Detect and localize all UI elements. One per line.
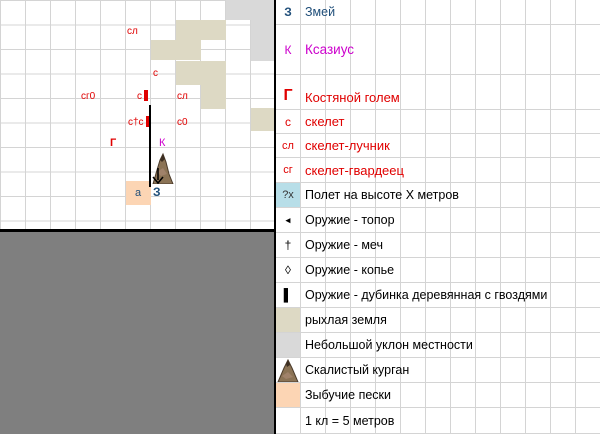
loose-earth-cell [201,85,226,109]
spear-icon: ◊ [285,263,291,277]
legend-row-bone-golem[interactable]: Г Костяной голем [276,75,600,110]
legend-symbol: сг [283,164,293,176]
battle-map-grid[interactable]: сл с сг0 с сл с†с с0 Г К а З [0,0,275,231]
legend-text: 1 кл = 5 метров [305,413,395,428]
slope-cell [251,20,275,61]
loose-earth-cell [251,108,275,131]
skeleton-archer-marker[interactable]: сл [177,91,188,103]
legend-row-loose-earth[interactable]: рыхлая земля [276,308,600,333]
skeleton-pair-marker[interactable]: с†с [128,117,144,129]
bone-golem-marker[interactable]: Г [110,137,116,149]
legend-symbol: сл [282,139,294,152]
legend-row-axe[interactable]: ◂ Оружие - топор [276,208,600,233]
club-icon: ▌ [283,288,293,302]
legend-text: Скалистый курган [305,363,410,377]
legend-symbol: с [285,114,291,129]
sword-icon: † [284,238,292,252]
zmei-marker[interactable]: З [153,186,161,198]
legend-text: Небольшой уклон местности [305,338,473,352]
legend-row-quicksand[interactable]: Зыбучие пески [276,383,600,408]
legend-row-club[interactable]: ▌ Оружие - дубинка деревянная с гвоздями [276,283,600,308]
skeleton-marker[interactable]: с [153,68,158,80]
loose-earth-cell [151,40,201,60]
legend-text: Полет на высоте Х метров [305,188,459,202]
quicksand-swatch [276,383,300,407]
skeleton-archer-marker[interactable]: сл [127,26,138,38]
legend-row-flight[interactable]: ?x Полет на высоте Х метров [276,183,600,208]
legend-row-ksazius[interactable]: К Ксазиус [276,25,600,75]
legend-row-rock-mound[interactable]: Скалистый курган [276,358,600,383]
legend-text: скелет [305,114,345,129]
legend-symbol: Г [283,87,293,104]
axe-icon: ◂ [285,214,291,225]
legend-text: скелет-лучник [305,138,390,153]
legend-text: Оружие - дубинка деревянная с гвоздями [305,288,548,302]
legend-text: Оружие - топор [305,213,395,227]
legend-symbol: К [284,42,292,57]
legend-text: рыхлая земля [305,313,387,327]
club-weapon-icon [144,90,148,101]
loose-earth-cell [176,20,226,40]
legend-text: Ксазиус [305,42,355,57]
slope-cell [226,0,275,20]
legend-panel: З Змей К Ксазиус Г Костяной голем с скел… [276,0,600,434]
legend-text: Оружие - копье [305,263,395,277]
legend-row-skeleton-archer[interactable]: сл скелет-лучник [276,134,600,158]
skeleton-marker[interactable]: с0 [177,117,188,129]
legend-symbol: З [284,5,292,19]
empty-gray-area [0,232,275,434]
legend-text: Оружие - меч [305,238,383,252]
slope-swatch [276,333,300,357]
legend-row-sword[interactable]: † Оружие - меч [276,233,600,258]
rock-mound-icon [276,358,300,382]
legend-row-scale[interactable]: 1 кл = 5 метров [276,408,600,434]
legend-row-spear[interactable]: ◊ Оружие - копье [276,258,600,283]
legend-row-zmei[interactable]: З Змей [276,0,600,25]
ally-a-marker[interactable]: а [135,187,141,199]
loose-earth-swatch [276,308,300,332]
legend-text: Костяной голем [305,90,400,105]
legend-row-slope[interactable]: Небольшой уклон местности [276,333,600,358]
loose-earth-cell [176,61,226,85]
legend-text: Змей [305,5,336,19]
legend-row-skeleton[interactable]: с скелет [276,110,600,134]
legend-text: скелет-гвардеец [305,162,404,178]
flight-symbol: ?x [276,183,300,207]
skeleton-marker[interactable]: с [137,91,142,103]
legend-text: Зыбучие пески [305,388,392,402]
legend-row-skeleton-guard[interactable]: сг скелет-гвардеец [276,158,600,183]
movement-arrow-icon [152,168,164,184]
skeleton-guard-marker[interactable]: сг0 [81,91,95,103]
legend-symbol-empty [276,408,300,433]
